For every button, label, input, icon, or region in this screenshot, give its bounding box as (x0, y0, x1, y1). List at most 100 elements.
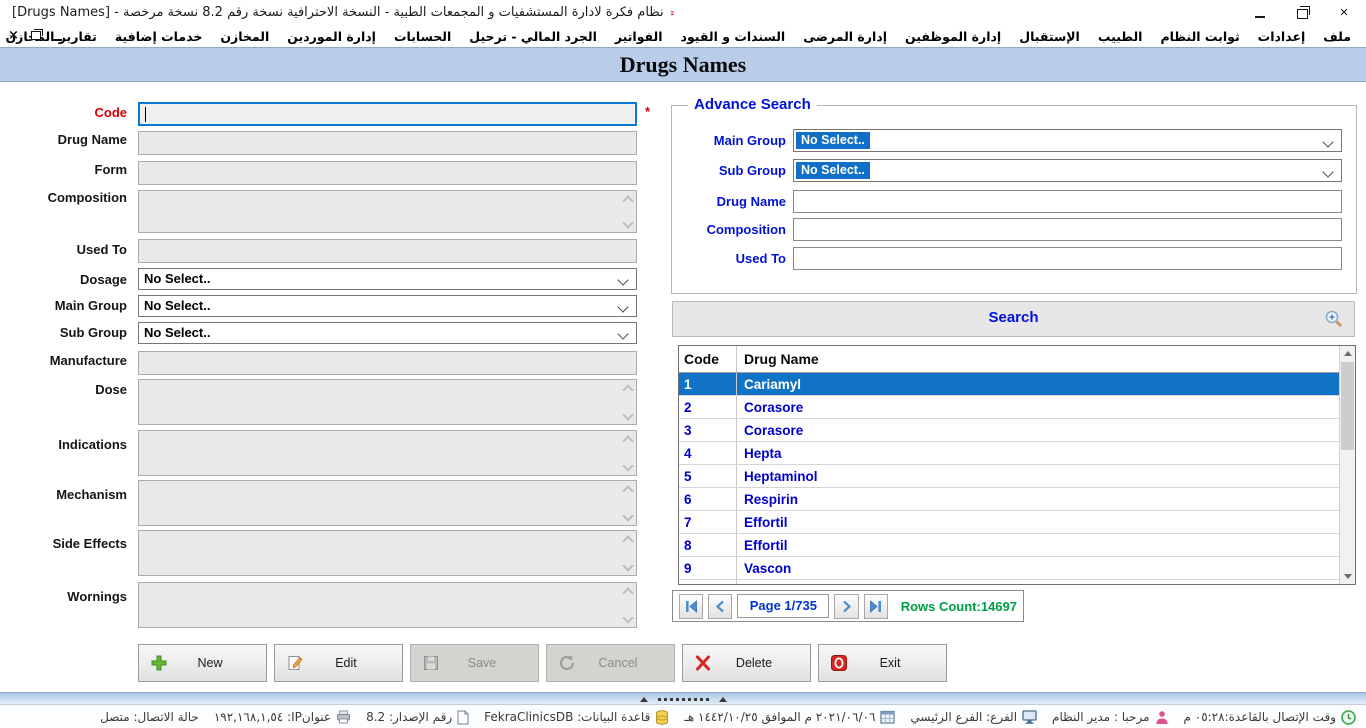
menu-invoices[interactable]: الفواتير (606, 29, 672, 44)
mdi-restore-button[interactable] (31, 31, 41, 40)
menu-patients[interactable]: إدارة المرضى (794, 29, 896, 44)
sub-group-select[interactable]: No Select.. (138, 322, 637, 344)
scroll-up-icon[interactable] (1340, 346, 1355, 361)
red-x-icon (694, 654, 712, 672)
manufacture-input[interactable] (138, 351, 637, 375)
status-ip-address: عنوانIP: ١٩٢,١٦٨,١,٥٤ (214, 710, 351, 724)
database-icon (655, 710, 669, 725)
mdi-close-button[interactable]: × (8, 29, 19, 42)
floppy-disk-icon (422, 654, 440, 672)
table-row[interactable]: 9Vascon (679, 557, 1340, 580)
mdi-minimize-button[interactable] (53, 39, 62, 41)
composition-textarea[interactable] (138, 190, 637, 233)
menu-settings[interactable]: إعدادات (1249, 29, 1315, 44)
drug-name-label: Drug Name (0, 132, 127, 147)
status-version: رقم الإصدار: 8.2 (366, 710, 469, 725)
table-row[interactable]: 2Corasore (679, 396, 1340, 419)
chevron-down-icon (617, 301, 628, 312)
pagination-bar: Page 1/735 Rows Count:14697 (672, 590, 1024, 622)
search-drug-name-label: Drug Name (676, 194, 786, 209)
form-input[interactable] (138, 161, 637, 185)
table-row[interactable]: 6Respirin (679, 488, 1340, 511)
status-connection-state: حالة الاتصال: متصل (100, 710, 199, 724)
save-button[interactable]: Save (410, 644, 539, 682)
table-row[interactable]: 10Vascon (679, 580, 1340, 585)
calendar-icon (880, 710, 895, 724)
search-sub-group-select[interactable]: No Select.. (793, 159, 1342, 182)
status-database: قاعدة البيانات: FekraClinicsDB (484, 710, 669, 725)
chevron-down-icon (1322, 166, 1333, 177)
search-used-to-input[interactable] (793, 247, 1342, 270)
search-sub-group-label: Sub Group (676, 163, 786, 178)
menu-accounts[interactable]: الحسابات (385, 29, 460, 44)
menu-system-constants[interactable]: ثوابت النظام (1151, 29, 1248, 44)
search-drug-name-input[interactable] (793, 190, 1342, 213)
drug-name-input[interactable] (138, 131, 637, 155)
mechanism-textarea[interactable] (138, 480, 637, 526)
menu-bar: ملف إعدادات ثوابت النظام الطبيب الإستقبا… (0, 25, 1366, 48)
menu-extra-services[interactable]: خدمات إضافية (106, 29, 212, 44)
wornings-textarea[interactable] (138, 582, 637, 628)
edit-button[interactable]: Edit (274, 644, 403, 682)
magnifier-icon (1324, 309, 1344, 329)
clock-icon (1341, 710, 1356, 725)
dosage-label: Dosage (0, 272, 127, 287)
side-effects-label: Side Effects (0, 536, 127, 551)
table-row[interactable]: 7Effortil (679, 511, 1340, 534)
advance-search-legend: Advance Search (688, 96, 817, 113)
code-label: Code (0, 105, 127, 120)
new-button[interactable]: New (138, 644, 267, 682)
first-page-button[interactable] (679, 594, 703, 619)
menu-financial-posting[interactable]: الجرد المالي - ترحيل (460, 29, 606, 44)
dose-label: Dose (0, 382, 127, 397)
composition-label: Composition (0, 190, 127, 205)
menu-doctor[interactable]: الطبيب (1089, 29, 1152, 44)
wornings-label: Wornings (0, 589, 127, 604)
search-composition-input[interactable] (793, 218, 1342, 241)
exit-button[interactable]: Exit (818, 644, 947, 682)
scrollbar-thumb[interactable] (1341, 362, 1354, 450)
code-input[interactable] (138, 102, 637, 126)
dosage-select[interactable]: No Select.. (138, 268, 637, 290)
chevron-down-icon (1322, 136, 1333, 147)
table-row[interactable]: 3Corasore (679, 419, 1340, 442)
results-table: Code Drug Name 1Cariamyl 2Corasore 3Cora… (678, 345, 1356, 585)
menu-suppliers[interactable]: إدارة الموردين (278, 29, 385, 44)
side-effects-textarea[interactable] (138, 530, 637, 576)
scroll-down-icon[interactable] (1340, 569, 1355, 584)
menu-reception[interactable]: الإستقبال (1010, 29, 1089, 44)
table-row[interactable]: 1Cariamyl (679, 373, 1340, 396)
previous-page-button[interactable] (708, 594, 732, 619)
status-branch: الفرع: الفرع الرئيسي (910, 710, 1037, 724)
indications-textarea[interactable] (138, 430, 637, 476)
menu-warehouses[interactable]: المخازن (211, 29, 278, 44)
minimize-button[interactable] (1252, 5, 1268, 21)
table-row[interactable]: 8Effortil (679, 534, 1340, 557)
cancel-button[interactable]: Cancel (546, 644, 675, 682)
last-page-button[interactable] (864, 594, 888, 619)
menu-employees[interactable]: إدارة الموظفين (896, 29, 1010, 44)
title-bar: نظام فكرة لادارة المستشفيات و المجمعات ا… (0, 0, 1366, 25)
table-scrollbar[interactable] (1339, 346, 1355, 584)
monitor-icon (1022, 710, 1037, 724)
menu-vouchers[interactable]: السندات و القيود (672, 29, 795, 44)
page-title: Drugs Names (0, 47, 1366, 82)
main-group-select[interactable]: No Select.. (138, 295, 637, 317)
search-used-to-label: Used To (676, 251, 786, 266)
app-logo-icon (670, 5, 674, 21)
splitter-grip (658, 698, 709, 701)
restore-button[interactable] (1294, 5, 1310, 21)
search-button[interactable]: Search (672, 301, 1355, 337)
table-row[interactable]: 4Hepta (679, 442, 1340, 465)
menu-file[interactable]: ملف (1314, 29, 1360, 44)
dose-textarea[interactable] (138, 379, 637, 425)
search-main-group-select[interactable]: No Select.. (793, 129, 1342, 152)
table-row[interactable]: 5Heptaminol (679, 465, 1340, 488)
close-button[interactable]: × (1336, 5, 1352, 21)
code-column-header: Code (679, 346, 737, 372)
used-to-input[interactable] (138, 239, 637, 263)
delete-button[interactable]: Delete (682, 644, 811, 682)
used-to-label: Used To (0, 242, 127, 257)
next-page-button[interactable] (834, 594, 858, 619)
chevron-down-icon (617, 274, 628, 285)
